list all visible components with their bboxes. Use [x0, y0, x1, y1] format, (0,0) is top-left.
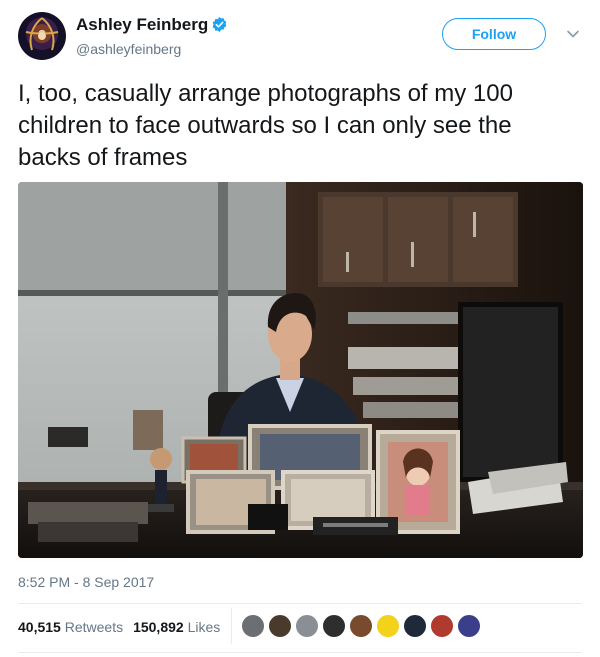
liker-avatar[interactable]	[349, 614, 373, 638]
tweet-timestamp[interactable]: 8:52 PM - 8 Sep 2017	[18, 573, 154, 591]
verified-badge-icon	[211, 16, 228, 39]
liker-avatar[interactable]	[430, 614, 454, 638]
office-desk-photo	[18, 182, 583, 558]
likers-avatars	[241, 614, 484, 640]
retweets-stat[interactable]: 40,515 Retweets	[18, 616, 123, 638]
retweets-label: Retweets	[64, 619, 124, 635]
liker-avatar[interactable]	[376, 614, 400, 638]
user-handle[interactable]: @ashleyfeinberg	[76, 40, 228, 58]
tweet-stats: 40,515 Retweets 150,892 Likes	[18, 616, 230, 638]
follow-button[interactable]: Follow	[442, 18, 546, 50]
liker-avatar[interactable]	[241, 614, 265, 638]
display-name[interactable]: Ashley Feinberg	[76, 14, 228, 39]
display-name-text[interactable]: Ashley Feinberg	[76, 15, 208, 34]
liker-avatar[interactable]	[268, 614, 292, 638]
user-name-block[interactable]: Ashley Feinberg @ashleyfeinberg	[76, 14, 228, 58]
liker-avatar[interactable]	[322, 614, 346, 638]
tweet-text: I, too, casually arrange photographs of …	[18, 80, 513, 171]
stats-separator	[231, 608, 232, 644]
liker-avatar[interactable]	[295, 614, 319, 638]
retweets-count: 40,515	[18, 619, 61, 635]
stats-divider-top	[18, 603, 582, 604]
tweet-header: Ashley Feinberg @ashleyfeinberg Follow	[18, 12, 582, 64]
liker-avatar[interactable]	[403, 614, 427, 638]
liker-avatar[interactable]	[457, 614, 481, 638]
profile-avatar[interactable]	[18, 12, 66, 60]
likes-stat[interactable]: 150,892 Likes	[133, 616, 220, 638]
tweet-photo[interactable]	[18, 182, 583, 558]
chevron-down-icon[interactable]	[566, 26, 580, 44]
likes-label: Likes	[187, 619, 221, 635]
likes-count: 150,892	[133, 619, 184, 635]
stats-divider-bottom	[18, 652, 582, 653]
